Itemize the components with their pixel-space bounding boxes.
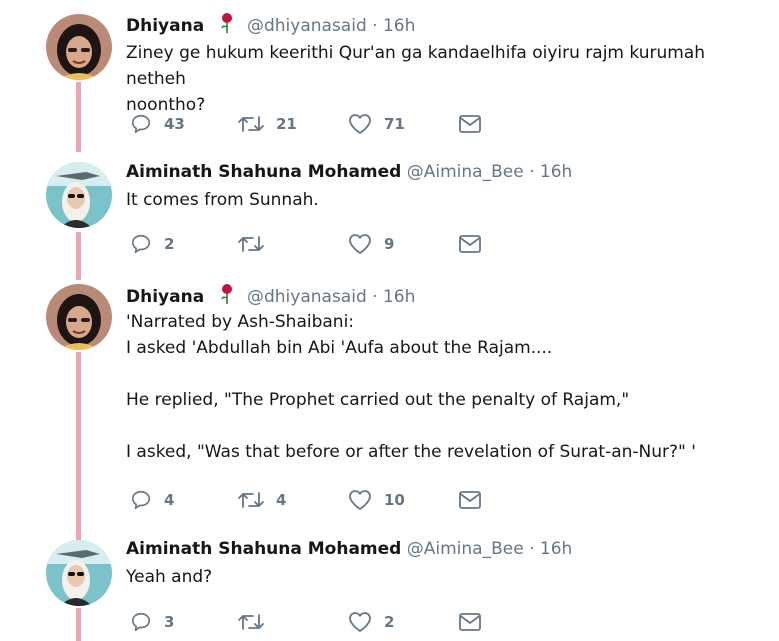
retweet-button[interactable]: 21: [238, 112, 297, 136]
retweet-icon: [238, 236, 264, 252]
tweet[interactable]: Dhiyana @dhiyanasaid · 16h 'Narrated by …: [0, 272, 779, 534]
retweet-count: 4: [276, 491, 287, 509]
avatar-dhiyana[interactable]: [46, 14, 112, 80]
tweet[interactable]: Aiminath Shahuna Mohamed @Aimina_Bee · 1…: [0, 150, 779, 272]
heart-icon: [349, 612, 371, 632]
reply-button[interactable]: 3: [130, 610, 174, 634]
reply-icon: [131, 114, 151, 134]
envelope-icon: [459, 115, 481, 133]
tweet-text: 'Narrated by Ash-Shaibani: I asked 'Abdu…: [126, 309, 766, 465]
tweet-header: Dhiyana @dhiyanasaid · 16h: [126, 283, 415, 307]
retweet-icon: [238, 492, 264, 508]
tweet-line: [126, 413, 766, 439]
like-button[interactable]: 71: [348, 112, 405, 136]
direct-message-button[interactable]: [458, 610, 482, 634]
direct-message-button[interactable]: [458, 488, 482, 512]
tweet-line: noontho?: [126, 95, 206, 115]
avatar-aiminath[interactable]: [46, 162, 112, 228]
tweet-line: [126, 361, 766, 387]
direct-message-button[interactable]: [458, 232, 482, 256]
display-name[interactable]: Aiminath Shahuna Mohamed: [126, 162, 401, 182]
timestamp[interactable]: 16h: [383, 16, 415, 36]
display-name[interactable]: Dhiyana: [126, 16, 204, 36]
display-name[interactable]: Dhiyana: [126, 287, 204, 307]
reply-icon: [131, 234, 151, 254]
like-count: 2: [384, 613, 395, 631]
timestamp[interactable]: 16h: [383, 287, 415, 307]
tweet-line: I asked 'Abdullah bin Abi 'Aufa about th…: [126, 338, 553, 358]
reply-button[interactable]: 2: [130, 232, 174, 256]
retweet-icon: [238, 116, 264, 132]
tweet-line: Yeah and?: [126, 567, 213, 587]
tweet-line: Ziney ge hukum keerithi Qur'an ga kandae…: [126, 43, 706, 89]
retweet-icon: [238, 614, 264, 630]
reply-icon: [131, 490, 151, 510]
reply-button[interactable]: 4: [130, 488, 174, 512]
woman-sunglasses-icon: [46, 162, 112, 228]
envelope-icon: [459, 235, 481, 253]
reply-button[interactable]: 43: [130, 112, 185, 136]
rose-icon: [220, 13, 232, 33]
tweet-header: Aiminath Shahuna Mohamed @Aimina_Bee · 1…: [126, 539, 572, 559]
tweet-line: 'Narrated by Ash-Shaibani:: [126, 312, 355, 332]
tweet-header: Aiminath Shahuna Mohamed @Aimina_Bee · 1…: [126, 162, 572, 182]
envelope-icon: [459, 613, 481, 631]
heart-icon: [349, 490, 371, 510]
tweet[interactable]: Dhiyana @dhiyanasaid · 16h Ziney ge huku…: [0, 0, 779, 150]
rose-icon: [220, 284, 232, 304]
reply-count: 3: [164, 613, 175, 631]
tweet-header: Dhiyana @dhiyanasaid · 16h: [126, 12, 415, 36]
like-button[interactable]: 9: [348, 232, 394, 256]
direct-message-button[interactable]: [458, 112, 482, 136]
user-handle[interactable]: @Aimina_Bee: [407, 539, 524, 559]
retweet-button[interactable]: [238, 610, 276, 634]
tweet-text: Yeah and?: [126, 564, 766, 590]
woman-portrait-icon: [46, 14, 112, 80]
separator-dot: ·: [529, 539, 535, 559]
envelope-icon: [459, 491, 481, 509]
user-handle[interactable]: @dhiyanasaid: [247, 16, 367, 36]
like-count: 10: [384, 491, 405, 509]
retweet-button[interactable]: 4: [238, 488, 286, 512]
tweet[interactable]: Aiminath Shahuna Mohamed @Aimina_Bee · 1…: [0, 528, 779, 641]
like-count: 9: [384, 235, 395, 253]
like-count: 71: [384, 115, 405, 133]
heart-icon: [349, 234, 371, 254]
like-button[interactable]: 10: [348, 488, 405, 512]
reply-count: 43: [164, 115, 185, 133]
timestamp[interactable]: 16h: [540, 539, 572, 559]
woman-portrait-icon: [46, 284, 112, 350]
reply-count: 2: [164, 235, 175, 253]
display-name[interactable]: Aiminath Shahuna Mohamed: [126, 539, 401, 559]
retweet-count: 21: [276, 115, 297, 133]
separator-dot: ·: [372, 16, 378, 36]
timestamp[interactable]: 16h: [540, 162, 572, 182]
woman-sunglasses-icon: [46, 540, 112, 606]
avatar-dhiyana[interactable]: [46, 284, 112, 350]
like-button[interactable]: 2: [348, 610, 394, 634]
tweet-line: He replied, "The Prophet carried out the…: [126, 390, 630, 410]
retweet-button[interactable]: [238, 232, 276, 256]
reply-icon: [131, 612, 151, 632]
tweet-line: It comes from Sunnah.: [126, 190, 319, 210]
reply-count: 4: [164, 491, 175, 509]
separator-dot: ·: [529, 162, 535, 182]
tweet-line: I asked, "Was that before or after the r…: [126, 442, 696, 462]
tweet-text: Ziney ge hukum keerithi Qur'an ga kandae…: [126, 40, 766, 118]
separator-dot: ·: [372, 287, 378, 307]
avatar-aiminath[interactable]: [46, 540, 112, 606]
user-handle[interactable]: @dhiyanasaid: [247, 287, 367, 307]
user-handle[interactable]: @Aimina_Bee: [407, 162, 524, 182]
tweet-text: It comes from Sunnah.: [126, 187, 766, 213]
heart-icon: [349, 114, 371, 134]
